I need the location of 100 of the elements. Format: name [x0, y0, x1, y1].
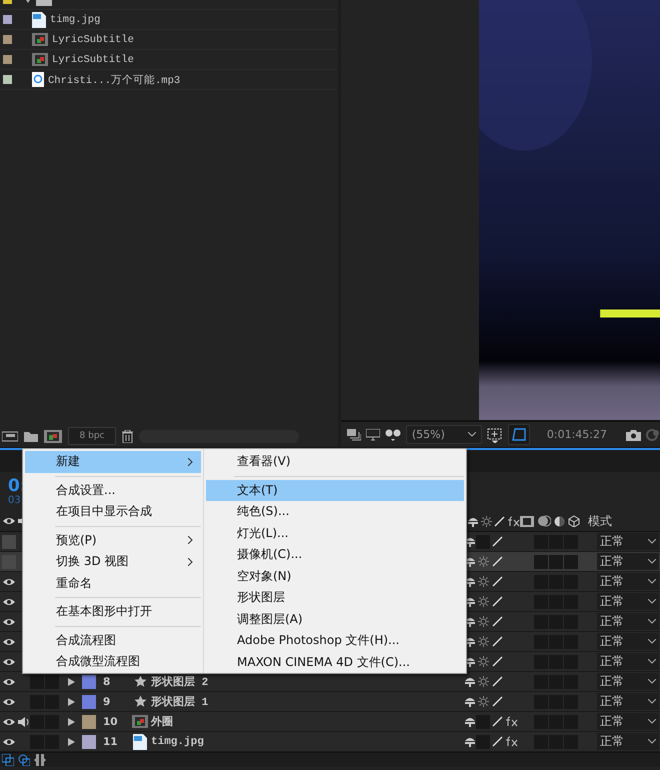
quality-switch-icon[interactable]	[494, 516, 505, 526]
solo-toggle[interactable]	[30, 714, 44, 728]
submenu-item[interactable]: 空对象(N)	[206, 566, 464, 587]
collapse-toggle[interactable]	[476, 714, 490, 728]
quality-switch-icon[interactable]	[492, 676, 502, 687]
transfer-controls-icon[interactable]	[18, 754, 30, 766]
blend-mode-dropdown[interactable]: 正常	[597, 593, 659, 610]
collapse-toggle[interactable]	[476, 734, 490, 748]
project-item[interactable]: timg.jpg	[0, 10, 337, 30]
new-composition-icon[interactable]	[44, 430, 62, 442]
expand-arrow-icon[interactable]	[68, 678, 75, 686]
trash-icon[interactable]	[122, 430, 133, 442]
quality-switch-icon[interactable]	[492, 576, 502, 587]
menu-item[interactable]: 切换 3D 视图	[25, 551, 201, 572]
collapse-toggle[interactable]	[476, 534, 490, 548]
lock-toggle[interactable]	[45, 674, 59, 688]
shy-switch-icon[interactable]	[464, 716, 476, 727]
layer-row[interactable]: 8 形状图层 2 正常	[0, 672, 660, 692]
collapse-switch-icon[interactable]	[481, 516, 492, 526]
bit-depth-button[interactable]: 8 bpc	[68, 427, 116, 445]
blend-mode-dropdown[interactable]: 正常	[597, 653, 659, 670]
submenu-item[interactable]: 摄像机(C)...	[206, 544, 464, 566]
effects-switch-icon[interactable]	[506, 516, 520, 526]
eye-icon[interactable]	[3, 618, 15, 626]
quality-switch-icon[interactable]	[492, 636, 502, 647]
switch-toggle[interactable]	[534, 554, 548, 568]
mask-outline-button[interactable]	[508, 424, 530, 445]
layer-row[interactable]: 11 timg.jpg 正常	[0, 732, 660, 752]
blend-mode-dropdown[interactable]: 正常	[597, 693, 659, 710]
blend-mode-dropdown[interactable]: 正常	[597, 573, 659, 590]
in-out-icon[interactable]	[34, 754, 46, 766]
current-time[interactable]: 0:01:45:27	[546, 428, 607, 441]
blend-mode-dropdown[interactable]: 正常	[597, 613, 659, 630]
eye-icon[interactable]	[3, 718, 15, 726]
submenu-item[interactable]: 调整图层(A)	[206, 608, 464, 630]
collapse-switch-icon[interactable]	[478, 576, 489, 587]
menu-item[interactable]: 合成设置...	[25, 480, 201, 501]
effects-switch-icon[interactable]	[504, 736, 518, 747]
quality-switch-icon[interactable]	[492, 536, 502, 547]
eye-icon[interactable]	[3, 658, 15, 666]
snapshot-stack-icon[interactable]	[346, 428, 361, 440]
menu-item[interactable]: 重命名	[25, 572, 201, 594]
project-item[interactable]: LyricSubtitle	[0, 30, 337, 50]
submenu-item[interactable]: 灯光(L)...	[206, 522, 464, 544]
quality-switch-icon[interactable]	[492, 656, 502, 667]
solo-toggle[interactable]	[30, 674, 44, 688]
submenu-item[interactable]: 形状图层	[206, 587, 464, 608]
blend-mode-dropdown[interactable]: 正常	[597, 713, 659, 730]
interpret-footage-icon[interactable]	[2, 430, 18, 442]
quality-switch-icon[interactable]	[492, 596, 502, 607]
blend-mode-dropdown[interactable]: 正常	[597, 673, 659, 690]
quality-switch-icon[interactable]	[492, 616, 502, 627]
quality-switch-icon[interactable]	[492, 556, 502, 567]
shy-switch-icon[interactable]	[466, 516, 478, 526]
submenu-item[interactable]: Adobe Photoshop 文件(H)...	[206, 630, 464, 652]
eye-icon[interactable]	[3, 517, 15, 525]
eye-icon[interactable]	[3, 698, 15, 706]
menu-item[interactable]: 预览(P)	[25, 530, 201, 551]
submenu-item[interactable]: MAXON CINEMA 4D 文件(C)...	[206, 652, 464, 673]
blend-mode-dropdown[interactable]: 正常	[597, 733, 659, 750]
eye-icon[interactable]	[3, 598, 15, 606]
eye-icon[interactable]	[3, 578, 15, 586]
collapse-switch-icon[interactable]	[478, 556, 489, 567]
expand-arrow-icon[interactable]	[68, 698, 75, 706]
shy-switch-icon[interactable]	[464, 696, 476, 707]
camera-icon[interactable]	[626, 428, 641, 440]
layer-switches-icon[interactable]	[2, 754, 14, 766]
switch-toggle[interactable]	[549, 554, 563, 568]
shy-switch-icon[interactable]	[464, 676, 476, 687]
glasses-icon[interactable]	[384, 428, 401, 440]
layer-row[interactable]: 10 外圈 正常	[0, 712, 660, 732]
switch-toggle[interactable]	[564, 554, 578, 568]
collapse-switch-icon[interactable]	[478, 676, 489, 687]
speaker-icon[interactable]	[18, 716, 30, 726]
blend-mode-dropdown[interactable]: 正常	[597, 553, 659, 570]
zoom-dropdown[interactable]: (55%)	[406, 425, 482, 444]
expand-arrow-icon[interactable]	[68, 718, 75, 726]
visibility-toggle[interactable]	[2, 534, 16, 548]
new-folder-icon[interactable]	[24, 430, 38, 442]
effects-switch-icon[interactable]	[504, 716, 518, 727]
quality-switch-icon[interactable]	[492, 716, 502, 727]
eye-icon[interactable]	[3, 678, 15, 686]
blend-mode-dropdown[interactable]: 正常	[597, 533, 659, 550]
expand-arrow-icon[interactable]	[68, 738, 75, 746]
submenu-item[interactable]: 纯色(S)...	[206, 501, 464, 522]
menu-item[interactable]: 在项目中显示合成	[25, 501, 201, 522]
monitor-icon[interactable]	[366, 428, 380, 440]
menu-item[interactable]: 新建	[25, 451, 201, 472]
layer-row[interactable]: 9 形状图层 1 正常	[0, 692, 660, 712]
blend-mode-dropdown[interactable]: 正常	[597, 633, 659, 650]
collapse-switch-icon[interactable]	[478, 696, 489, 707]
collapse-switch-icon[interactable]	[478, 636, 489, 647]
region-of-interest-icon[interactable]	[486, 426, 503, 442]
menu-item[interactable]: 合成微型流程图	[25, 651, 201, 672]
project-item[interactable]: LyricSubtitle	[0, 50, 337, 70]
quality-switch-icon[interactable]	[492, 736, 502, 747]
collapse-switch-icon[interactable]	[478, 616, 489, 627]
submenu-item[interactable]: 查看器(V)	[206, 451, 464, 472]
eye-icon[interactable]	[3, 638, 15, 646]
menu-item[interactable]: 合成流程图	[25, 630, 201, 651]
